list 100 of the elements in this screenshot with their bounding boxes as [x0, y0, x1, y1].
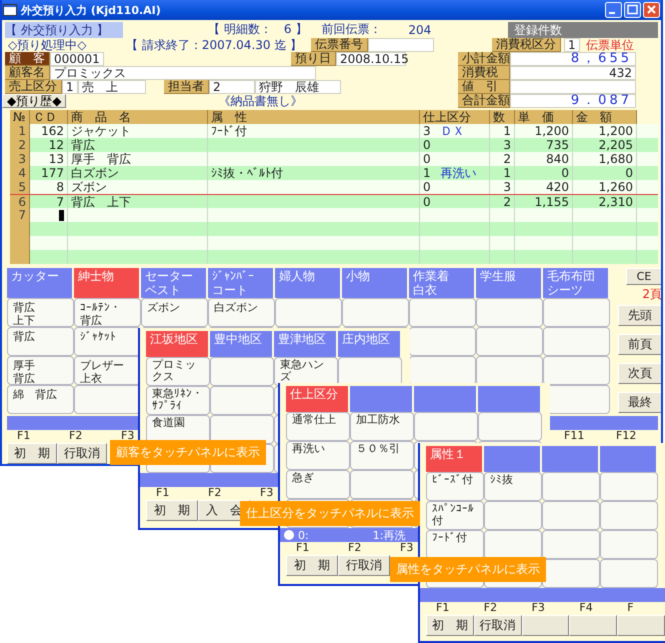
- touch-cell[interactable]: ﾋﾞｰｽﾞ付: [426, 472, 484, 501]
- field-label: 顧 客: [5, 52, 50, 66]
- category-tab[interactable]: 江坂地区: [146, 331, 208, 357]
- input-field[interactable]: 000001: [50, 52, 104, 66]
- touch-cell[interactable]: ブレザー 上衣: [74, 356, 141, 385]
- function-key-label: F3: [259, 487, 274, 499]
- function-key-label: F2: [347, 542, 362, 554]
- row-number: 1: [10, 124, 30, 138]
- input-field[interactable]: プロミックス: [50, 66, 316, 80]
- function-button[interactable]: 初 期: [7, 443, 57, 464]
- function-key-label: F1: [155, 487, 170, 499]
- row-number: 7: [10, 208, 30, 222]
- amount-field: 432: [510, 66, 636, 80]
- function-key-label: F3: [399, 542, 414, 554]
- touch-cell[interactable]: 再洗い: [286, 441, 350, 470]
- category-tab[interactable]: 属性１: [426, 446, 482, 472]
- touch-cell[interactable]: ｺｰﾙﾃﾝ・ 背広: [74, 298, 141, 327]
- field-label: 売上区分: [5, 80, 62, 94]
- page-button[interactable]: 最終: [618, 392, 661, 413]
- table-row[interactable]: 4 177 白ズボン ｼﾐ抜・ﾍﾞﾙﾄ付 1 再洗い 1 0 0: [10, 166, 658, 180]
- touch-cell[interactable]: 東急ﾘﾈﾝ・ ｻﾌﾟﾗｲ: [146, 386, 210, 415]
- input-field[interactable]: 1: [564, 38, 580, 52]
- tax-unit: 伝票単位: [585, 36, 635, 52]
- screen-title: 【 外交預り入力 】: [5, 22, 123, 38]
- touch-cell[interactable]: ５０％引: [350, 441, 414, 470]
- callout-tooltip: 顧客をタッチパネルに表示: [110, 440, 266, 465]
- page-button[interactable]: 先頭: [618, 305, 661, 326]
- function-key-label: F3: [120, 430, 136, 442]
- touch-cell[interactable]: ｼﾞｬｹｯﾄ: [74, 327, 141, 356]
- registered-count-label: 登録件数: [508, 22, 658, 38]
- previous-slip-number: 204: [407, 22, 432, 36]
- delivery-note-status: 《納品書無し》: [218, 92, 304, 110]
- function-key-label: F11: [563, 430, 586, 442]
- function-key-label: F1: [16, 430, 32, 442]
- page-button[interactable]: 前頁: [618, 334, 661, 355]
- touch-cell[interactable]: 背広: [7, 327, 74, 356]
- field-label: 顧客名: [5, 66, 50, 80]
- table-row[interactable]: 2 12 背広 0 3 735 2,205: [10, 138, 658, 152]
- table-row[interactable]: 5 8 ズボン 0 3 420 1,260: [10, 180, 658, 194]
- detail-count: 【 明細数： 6 】: [208, 21, 308, 38]
- function-key-label: F4: [578, 602, 594, 614]
- row-number: 3: [10, 152, 30, 166]
- processing-status: ◇預り処理中◇: [7, 36, 88, 52]
- total-label: 値 引: [458, 80, 510, 94]
- touch-cell[interactable]: 急ぎ: [286, 470, 350, 499]
- function-key-label: F1: [295, 542, 310, 554]
- function-key-label: F2: [207, 487, 222, 499]
- touch-cell[interactable]: ｼﾐ抜: [484, 472, 542, 501]
- table-row[interactable]: 7: [10, 208, 658, 222]
- column-header: 単 価: [515, 110, 573, 124]
- function-button[interactable]: 初 期: [146, 500, 198, 521]
- column-header: 商 品 名: [68, 110, 208, 124]
- function-button[interactable]: 初 期: [286, 555, 338, 576]
- table-row[interactable]: 1 162 ジャケット ﾌｰﾄﾞ付 3 ＤＸ 1 1,200 1,200: [10, 124, 658, 138]
- function-button[interactable]: 行取消: [338, 555, 390, 576]
- row-number: 4: [10, 166, 30, 180]
- history-button[interactable]: ◆預り歴◆: [2, 94, 66, 108]
- touch-cell[interactable]: プロミッ クス: [146, 357, 210, 386]
- touch-cell[interactable]: 加工防水: [350, 412, 414, 441]
- touch-cell[interactable]: 東急ハン ズ: [274, 357, 338, 386]
- touch-cell[interactable]: 背広 上下: [7, 298, 74, 327]
- touch-cell[interactable]: 厚手 背広: [7, 356, 74, 385]
- window-title: 外交預り入力 (Kjd110.AI): [21, 2, 161, 18]
- touch-cell[interactable]: ﾌｰﾄﾞ付: [426, 530, 484, 559]
- row-number: 5: [10, 180, 30, 194]
- category-tab[interactable]: 仕上区分: [286, 386, 348, 412]
- callout-tooltip: 属性をタッチパネルに表示: [390, 557, 546, 582]
- column-header: ＣＤ: [30, 110, 68, 124]
- callout-tooltip: 仕上区分をタッチパネルに表示: [240, 501, 420, 526]
- input-field[interactable]: 2: [209, 80, 255, 94]
- page-button[interactable]: 次頁: [618, 363, 661, 384]
- input-field[interactable]: 売 上: [78, 80, 146, 94]
- input-field[interactable]: 2008.10.15: [336, 52, 406, 66]
- field-label: 預り日: [291, 52, 336, 66]
- total-label: 小計金額: [458, 52, 510, 66]
- page-button[interactable]: CE: [626, 268, 661, 285]
- input-field[interactable]: 1: [62, 80, 78, 94]
- function-button[interactable]: 初 期: [426, 615, 474, 636]
- touch-cell[interactable]: 通常仕上: [286, 412, 350, 441]
- row-number: 6: [10, 195, 30, 208]
- function-key-label: F12: [615, 430, 638, 442]
- function-button[interactable]: 行取消: [474, 615, 522, 636]
- column-header: №: [10, 110, 30, 124]
- status-text: 1:再洗: [372, 528, 406, 542]
- table-row[interactable]: 6 7 背広 上下 0 2 1,155 2,310: [10, 194, 658, 208]
- amount-field: 8，655: [510, 52, 636, 66]
- function-key-label: F2: [482, 602, 498, 614]
- touch-cell[interactable]: ｽﾊﾟﾝｺｰﾙ 付: [426, 501, 484, 530]
- touch-cell[interactable]: ズボン: [141, 298, 208, 327]
- table-row[interactable]: 3 13 厚手 背広 0 2 840 1,680: [10, 152, 658, 166]
- field-label: 消費税区分: [492, 38, 561, 52]
- column-header: 金 額: [573, 110, 637, 124]
- category-tab[interactable]: 紳士物: [74, 268, 139, 298]
- amount-field: 9．087: [510, 94, 636, 108]
- touch-cell[interactable]: 綿 背広: [7, 385, 74, 414]
- input-field[interactable]: 狩野 辰雄: [255, 80, 341, 94]
- touch-cell[interactable]: 白ズボン: [208, 298, 275, 327]
- function-button[interactable]: 行取消: [57, 443, 107, 464]
- column-header: 数: [490, 110, 515, 124]
- column-header: 属 性: [208, 110, 420, 124]
